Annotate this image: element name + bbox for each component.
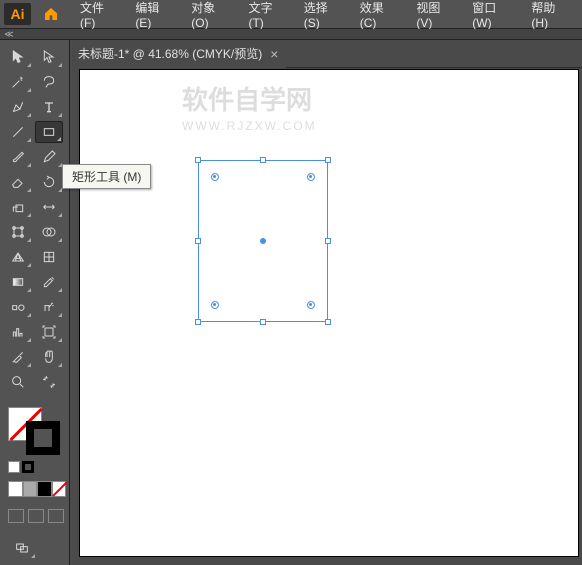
flyout-icon[interactable]: ≪	[4, 29, 14, 39]
paintbrush-tool-icon[interactable]	[4, 146, 32, 168]
lasso-tool-icon[interactable]	[35, 71, 63, 93]
menubar: Ai 文件(F) 编辑(E) 对象(O) 文字(T) 选择(S) 效果(C) 视…	[0, 0, 582, 29]
screen-mode-icon[interactable]	[8, 537, 36, 559]
resize-handle[interactable]	[325, 157, 331, 163]
type-tool-icon[interactable]	[35, 96, 63, 118]
menu-type[interactable]: 文字(T)	[240, 0, 293, 33]
corner-widget[interactable]	[211, 173, 219, 181]
artboard-tool-icon[interactable]	[35, 321, 63, 343]
tabbar: 未标题-1* @ 41.68% (CMYK/预览) ×	[70, 40, 582, 68]
rotate-tool-icon[interactable]	[35, 171, 63, 193]
color-chip-color[interactable]	[8, 481, 23, 497]
canvas[interactable]: 软件自学网 WWW.RJZXW.COM	[70, 68, 582, 565]
width-tool-icon[interactable]	[35, 196, 63, 218]
menu-object[interactable]: 对象(O)	[183, 0, 238, 33]
resize-handle[interactable]	[260, 157, 266, 163]
fill-stroke-swatch[interactable]	[8, 407, 60, 455]
free-transform-tool-icon[interactable]	[4, 221, 32, 243]
column-graph-tool-icon[interactable]	[4, 321, 32, 343]
artboard[interactable]: 软件自学网 WWW.RJZXW.COM	[80, 70, 578, 556]
hand-tool-icon[interactable]	[35, 346, 63, 368]
magic-wand-tool-icon[interactable]	[4, 71, 32, 93]
resize-handle[interactable]	[195, 319, 201, 325]
resize-handle[interactable]	[325, 238, 331, 244]
corner-widget[interactable]	[211, 301, 219, 309]
watermark: 软件自学网 WWW.RJZXW.COM	[182, 80, 317, 133]
draw-mode-normal-icon[interactable]	[8, 509, 24, 523]
tab-title: 未标题-1* @ 41.68% (CMYK/预览)	[78, 45, 262, 62]
toolbar	[0, 40, 70, 565]
corner-widget[interactable]	[307, 301, 315, 309]
menu-effect[interactable]: 效果(C)	[352, 0, 407, 33]
mesh-tool-icon[interactable]	[35, 246, 63, 268]
color-chip-none[interactable]	[52, 481, 67, 497]
resize-handle[interactable]	[260, 319, 266, 325]
menu-file[interactable]: 文件(F)	[72, 0, 125, 33]
resize-handle[interactable]	[195, 238, 201, 244]
blend-tool-icon[interactable]	[4, 296, 32, 318]
toggle-fill-stroke-icon[interactable]	[35, 371, 63, 393]
color-chip-gradient[interactable]	[23, 481, 38, 497]
eraser-tool-icon[interactable]	[4, 171, 32, 193]
zoom-tool-icon[interactable]	[4, 371, 32, 393]
home-icon[interactable]	[37, 3, 64, 25]
eyedropper-tool-icon[interactable]	[35, 271, 63, 293]
menu-window[interactable]: 窗口(W)	[464, 0, 521, 33]
gradient-tool-icon[interactable]	[4, 271, 32, 293]
selection-tool-icon[interactable]	[4, 46, 32, 68]
corner-widget[interactable]	[307, 173, 315, 181]
flyout-row: ≪	[0, 29, 582, 40]
document-tab[interactable]: 未标题-1* @ 41.68% (CMYK/预览) ×	[70, 40, 286, 68]
resize-handle[interactable]	[325, 319, 331, 325]
draw-mode-inside-icon[interactable]	[48, 509, 64, 523]
scale-tool-icon[interactable]	[4, 196, 32, 218]
selected-rectangle[interactable]	[198, 160, 328, 322]
stroke-swatch-icon[interactable]	[26, 421, 60, 455]
menu-help[interactable]: 帮助(H)	[523, 0, 578, 33]
center-point[interactable]	[260, 238, 266, 244]
symbol-sprayer-tool-icon[interactable]	[35, 296, 63, 318]
pencil-tool-icon[interactable]	[35, 146, 63, 168]
menu-view[interactable]: 视图(V)	[408, 0, 462, 33]
resize-handle[interactable]	[195, 157, 201, 163]
color-mode-chips	[8, 481, 66, 497]
direct-selection-tool-icon[interactable]	[35, 46, 63, 68]
app-logo-icon: Ai	[4, 3, 31, 25]
swap-fill-stroke-icon[interactable]	[22, 461, 34, 473]
line-tool-icon[interactable]	[4, 121, 32, 143]
slice-tool-icon[interactable]	[4, 346, 32, 368]
rectangle-tool-icon[interactable]	[35, 121, 63, 143]
pen-tool-icon[interactable]	[4, 96, 32, 118]
draw-mode-behind-icon[interactable]	[28, 509, 44, 523]
perspective-grid-tool-icon[interactable]	[4, 246, 32, 268]
color-chip-black[interactable]	[37, 481, 52, 497]
close-icon[interactable]: ×	[270, 46, 278, 62]
menu-select[interactable]: 选择(S)	[296, 0, 350, 33]
menu-edit[interactable]: 编辑(E)	[127, 0, 181, 33]
shapebuilder-tool-icon[interactable]	[35, 221, 63, 243]
default-fill-stroke-icon[interactable]	[8, 461, 20, 473]
tooltip: 矩形工具 (M)	[62, 164, 151, 189]
